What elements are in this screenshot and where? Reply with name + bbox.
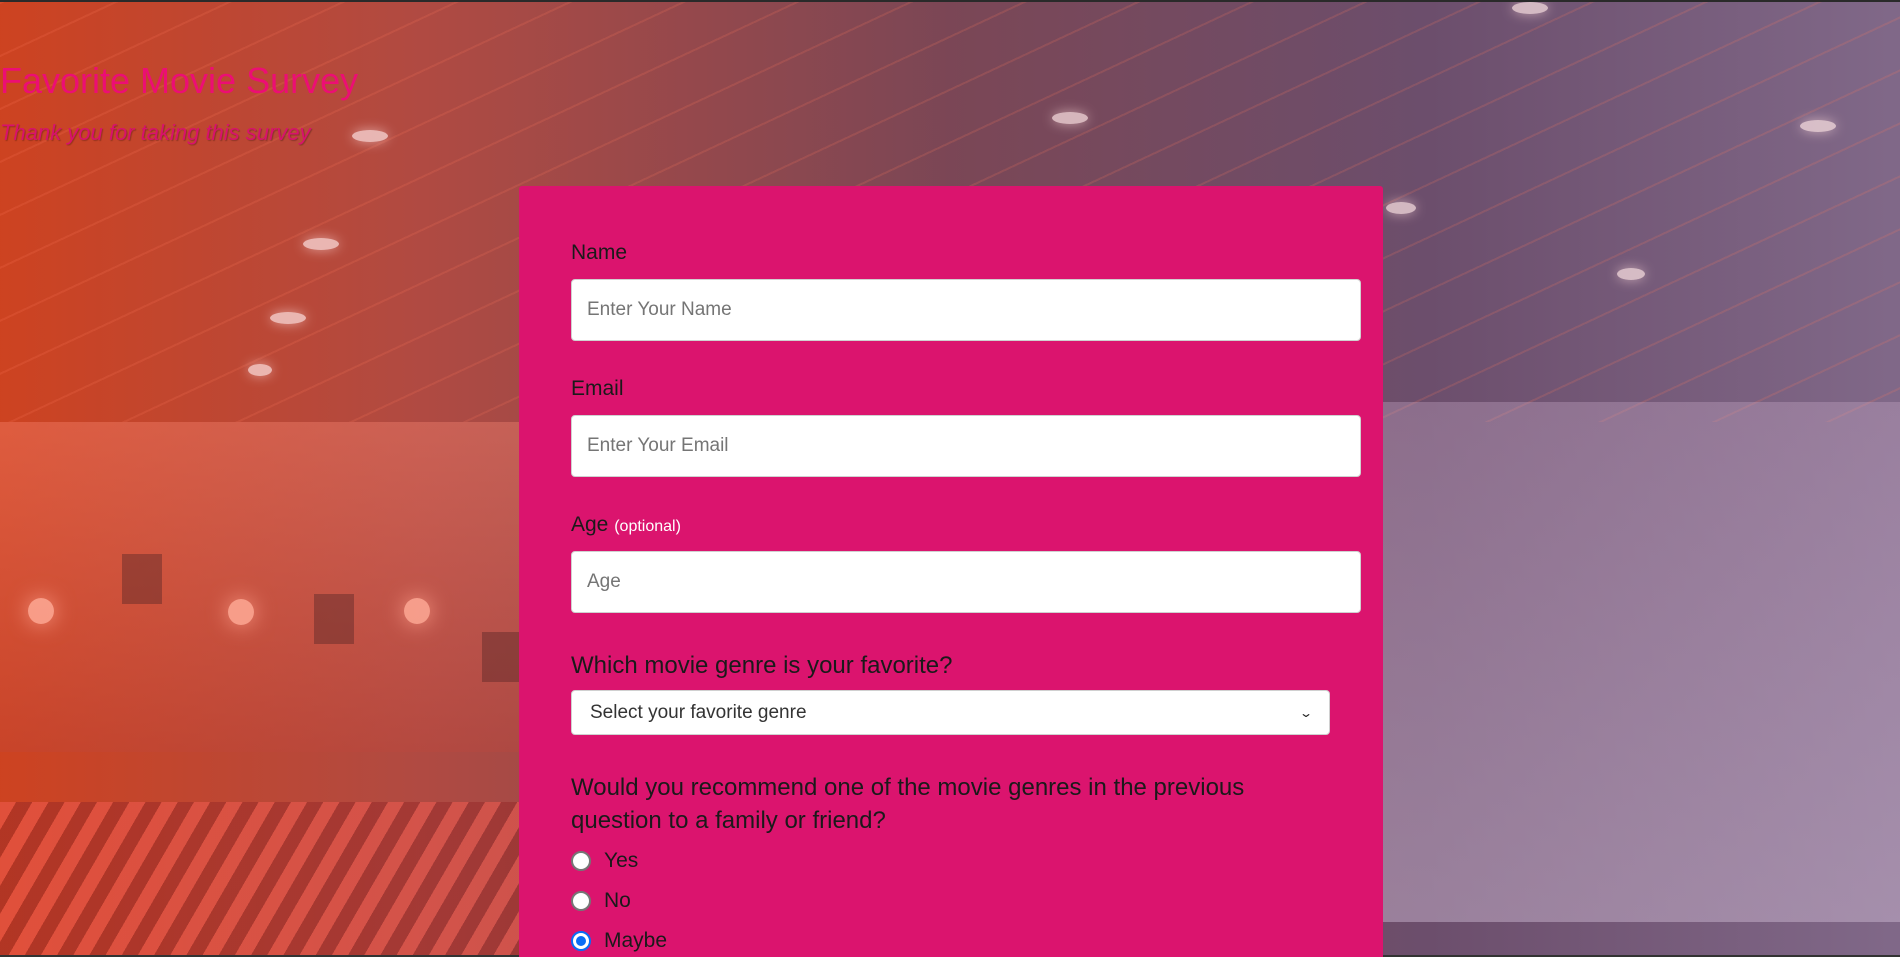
wall-speaker (122, 554, 162, 604)
radio-option-yes[interactable]: Yes (571, 849, 638, 873)
ceiling-light (303, 238, 339, 250)
genre-question: Which movie genre is your favorite? (571, 652, 953, 679)
page: Favorite Movie Survey Thank you for taki… (0, 0, 1900, 957)
age-input[interactable] (571, 551, 1361, 613)
theater-seats (0, 802, 520, 957)
radio-option-maybe[interactable]: Maybe (571, 929, 667, 953)
wall-light (404, 598, 430, 624)
email-label: Email (571, 377, 624, 400)
wall-speaker (482, 632, 522, 682)
name-input[interactable] (571, 279, 1361, 341)
chevron-down-icon: ⌄ (1298, 705, 1314, 720)
optional-note: (optional) (614, 518, 681, 535)
radio-label: Yes (604, 849, 639, 872)
ceiling-light (1512, 2, 1548, 14)
radio-button[interactable] (571, 851, 591, 871)
ceiling-light (248, 364, 272, 376)
page-subtitle: Thank you for taking this survey (0, 120, 311, 145)
ceiling-light (270, 312, 306, 324)
genre-select[interactable]: Select your favorite genre ⌄ (571, 690, 1330, 735)
radio-button-selected[interactable] (571, 931, 591, 951)
wall-speaker (314, 594, 354, 644)
page-title: Favorite Movie Survey (0, 60, 359, 101)
radio-option-no[interactable]: No (571, 889, 631, 913)
ceiling-light (1617, 268, 1645, 280)
radio-label: Maybe (604, 929, 668, 952)
recommend-question: Would you recommend one of the movie gen… (571, 774, 1245, 834)
name-label: Name (571, 241, 628, 264)
radio-button[interactable] (571, 891, 591, 911)
theater-wall (0, 422, 560, 752)
age-label-text: Age (571, 513, 609, 536)
age-label: Age (optional) (571, 513, 681, 537)
survey-form: Name Email Age (optional) Which movie ge… (519, 186, 1383, 957)
cinema-screen (1380, 402, 1900, 922)
radio-label: No (604, 889, 631, 912)
genre-select-value: Select your favorite genre (590, 701, 807, 723)
wall-light (228, 599, 254, 625)
email-input[interactable] (571, 415, 1361, 477)
ceiling-light (1386, 202, 1416, 214)
wall-light (28, 598, 54, 624)
